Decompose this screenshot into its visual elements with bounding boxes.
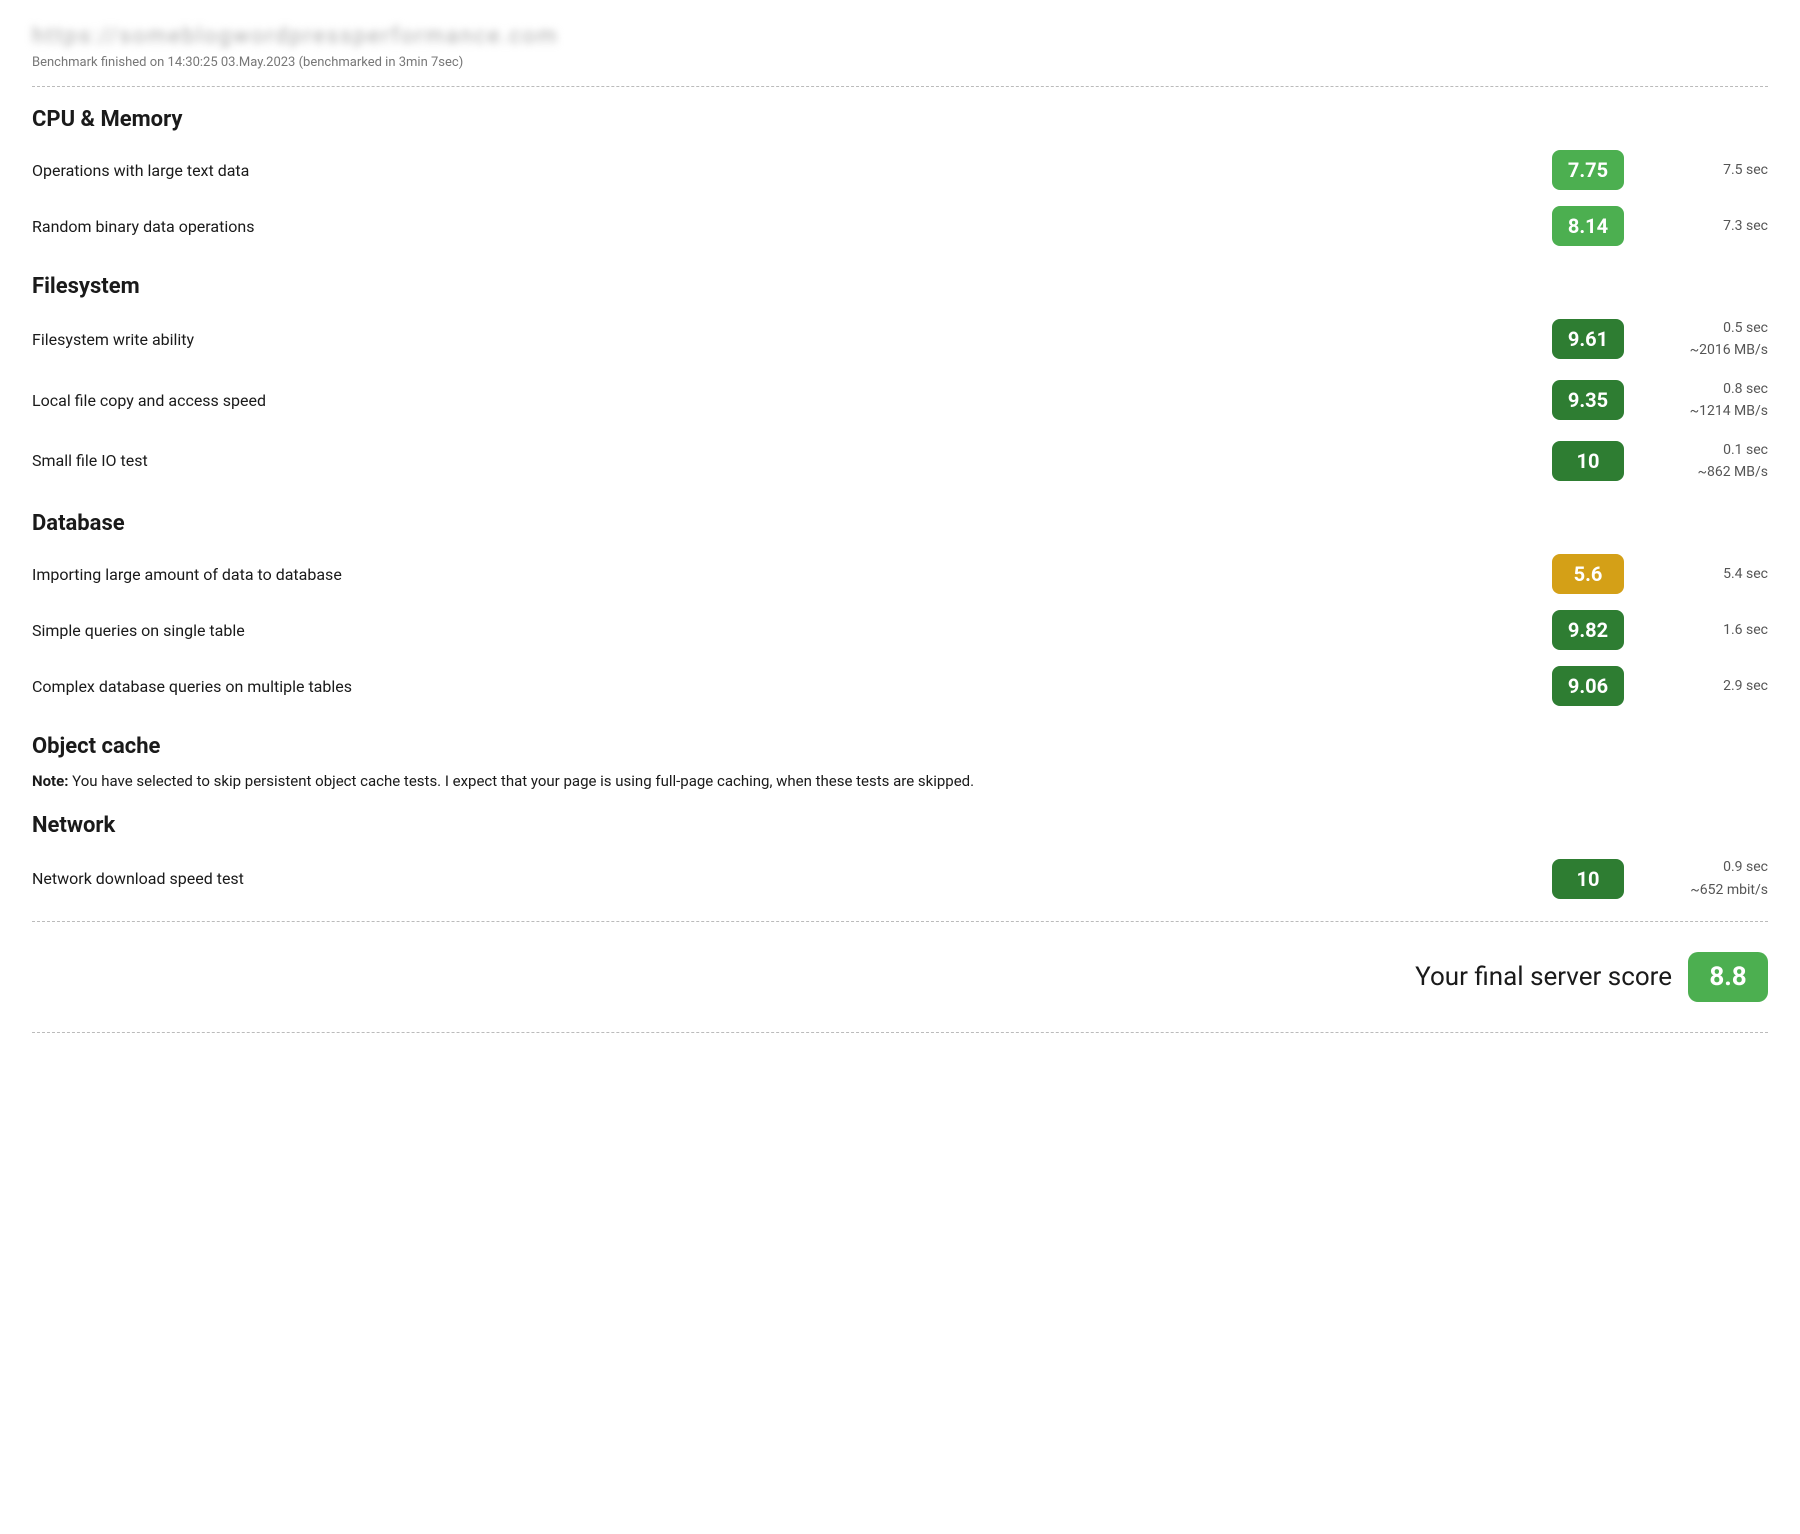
time-primary: 0.8 sec [1648,378,1768,400]
section-title-filesystem: Filesystem [32,274,1768,299]
benchmark-label: Complex database queries on multiple tab… [32,677,1552,696]
time-info: 7.3 sec [1648,215,1768,237]
time-primary: 2.9 sec [1648,675,1768,697]
bottom-divider-1 [32,921,1768,922]
benchmark-row: Operations with large text data7.75 7.5 s… [32,142,1768,198]
benchmark-row: Random binary data operations8.14 7.3 sec [32,198,1768,254]
time-info: 0.5 sec~2016 MB/s [1648,317,1768,362]
blurred-url: https://someblogwordpressperformance.com [32,24,1768,49]
benchmark-row: Small file IO test10 0.1 sec~862 MB/s [32,431,1768,492]
benchmark-row: Local file copy and access speed9.35 0.8 … [32,370,1768,431]
benchmark-row: Importing large amount of data to databa… [32,546,1768,602]
time-secondary: ~1214 MB/s [1648,400,1768,422]
time-info: 7.5 sec [1648,159,1768,181]
section-title-object-cache: Object cache [32,734,1768,759]
time-info: 1.6 sec [1648,619,1768,641]
final-score-row: Your final server score 8.8 [32,934,1768,1020]
benchmark-label: Operations with large text data [32,161,1552,180]
section-title-network: Network [32,813,1768,838]
time-secondary: ~2016 MB/s [1648,339,1768,361]
time-info: 2.9 sec [1648,675,1768,697]
benchmark-label: Local file copy and access speed [32,391,1552,410]
time-primary: 7.3 sec [1648,215,1768,237]
benchmark-row: Complex database queries on multiple tab… [32,658,1768,714]
benchmark-label: Filesystem write ability [32,330,1552,349]
time-primary: 5.4 sec [1648,563,1768,585]
time-primary: 0.1 sec [1648,439,1768,461]
score-badge: 9.06 [1552,666,1624,706]
benchmark-label: Network download speed test [32,869,1552,888]
time-primary: 0.5 sec [1648,317,1768,339]
score-badge: 8.14 [1552,206,1624,246]
section-title-database: Database [32,511,1768,536]
time-info: 5.4 sec [1648,563,1768,585]
section-title-cpu-memory: CPU & Memory [32,107,1768,132]
score-badge: 10 [1552,859,1624,899]
benchmark-label: Random binary data operations [32,217,1552,236]
time-secondary: ~652 mbit/s [1648,879,1768,901]
section-note-object-cache: Note: You have selected to skip persiste… [32,769,1768,793]
time-info: 0.8 sec~1214 MB/s [1648,378,1768,423]
final-score-label: Your final server score [1415,962,1672,992]
score-badge: 9.82 [1552,610,1624,650]
time-info: 0.9 sec~652 mbit/s [1648,856,1768,901]
benchmark-label: Small file IO test [32,451,1552,470]
score-badge: 5.6 [1552,554,1624,594]
score-badge: 7.75 [1552,150,1624,190]
final-score-badge: 8.8 [1688,952,1768,1002]
time-primary: 1.6 sec [1648,619,1768,641]
benchmark-label: Simple queries on single table [32,621,1552,640]
time-info: 0.1 sec~862 MB/s [1648,439,1768,484]
benchmark-info: Benchmark finished on 14:30:25 03.May.20… [32,55,1768,70]
score-badge: 10 [1552,441,1624,481]
time-primary: 0.9 sec [1648,856,1768,878]
benchmark-row: Network download speed test10 0.9 sec~652… [32,848,1768,909]
time-primary: 7.5 sec [1648,159,1768,181]
benchmark-label: Importing large amount of data to databa… [32,565,1552,584]
score-badge: 9.35 [1552,380,1624,420]
benchmark-row: Filesystem write ability9.61 0.5 sec~2016… [32,309,1768,370]
score-badge: 9.61 [1552,319,1624,359]
bottom-divider-2 [32,1032,1768,1033]
time-secondary: ~862 MB/s [1648,461,1768,483]
benchmark-row: Simple queries on single table9.82 1.6 se… [32,602,1768,658]
top-divider [32,86,1768,87]
